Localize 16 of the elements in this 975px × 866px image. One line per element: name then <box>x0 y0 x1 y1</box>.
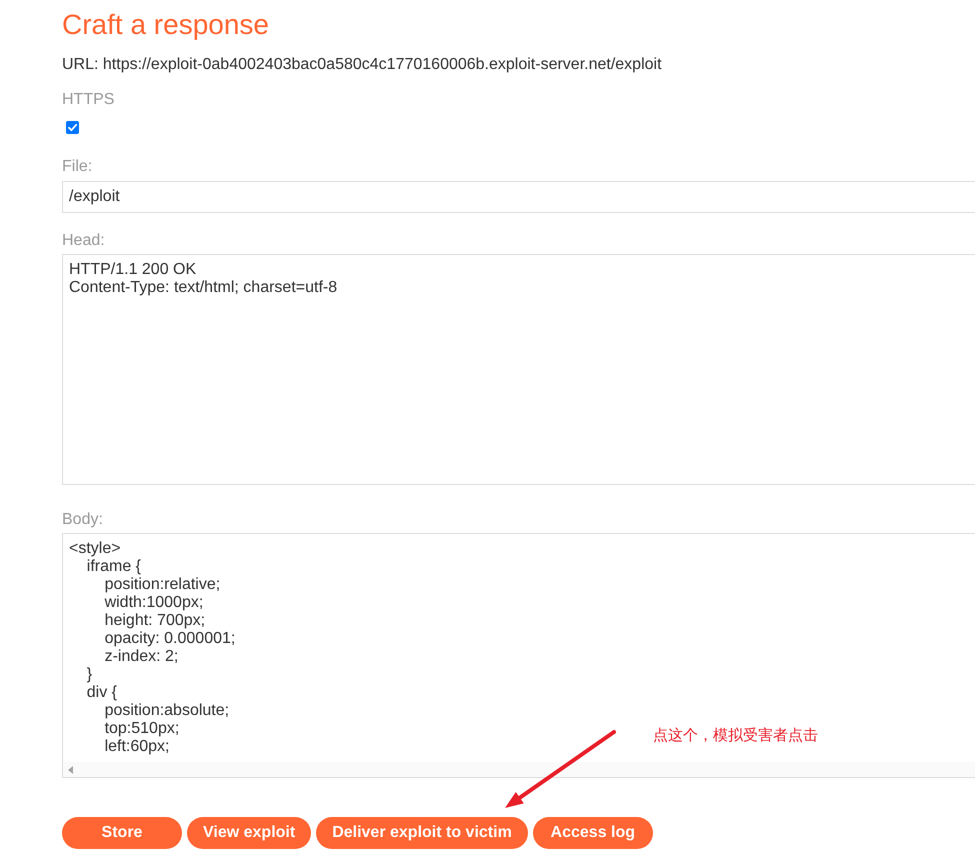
url-text: URL: https://exploit-0ab4002403bac0a580c4c1770160006b.exploit-server.net/exploit <box>62 56 662 74</box>
action-button[interactable]: Store <box>62 817 182 849</box>
action-button[interactable]: Deliver exploit to victim <box>316 817 528 849</box>
head-textarea[interactable]: HTTP/1.1 200 OK Content-Type: text/html; charset=utf-8 <box>62 254 975 485</box>
scroll-left-icon[interactable] <box>68 766 73 774</box>
annotation-note: 点这个，模拟受害者点击 <box>653 726 818 744</box>
horizontal-scrollbar[interactable] <box>63 762 975 777</box>
https-label: HTTPS <box>62 91 114 109</box>
body-label: Body: <box>62 511 103 529</box>
head-label: Head: <box>62 232 105 250</box>
page-title: Craft a response <box>62 8 269 42</box>
file-label: File: <box>62 158 92 176</box>
https-checkbox[interactable] <box>66 121 79 134</box>
action-button[interactable]: View exploit <box>187 817 312 849</box>
action-button[interactable]: Access log <box>532 817 653 849</box>
file-input[interactable]: /exploit <box>62 181 975 213</box>
